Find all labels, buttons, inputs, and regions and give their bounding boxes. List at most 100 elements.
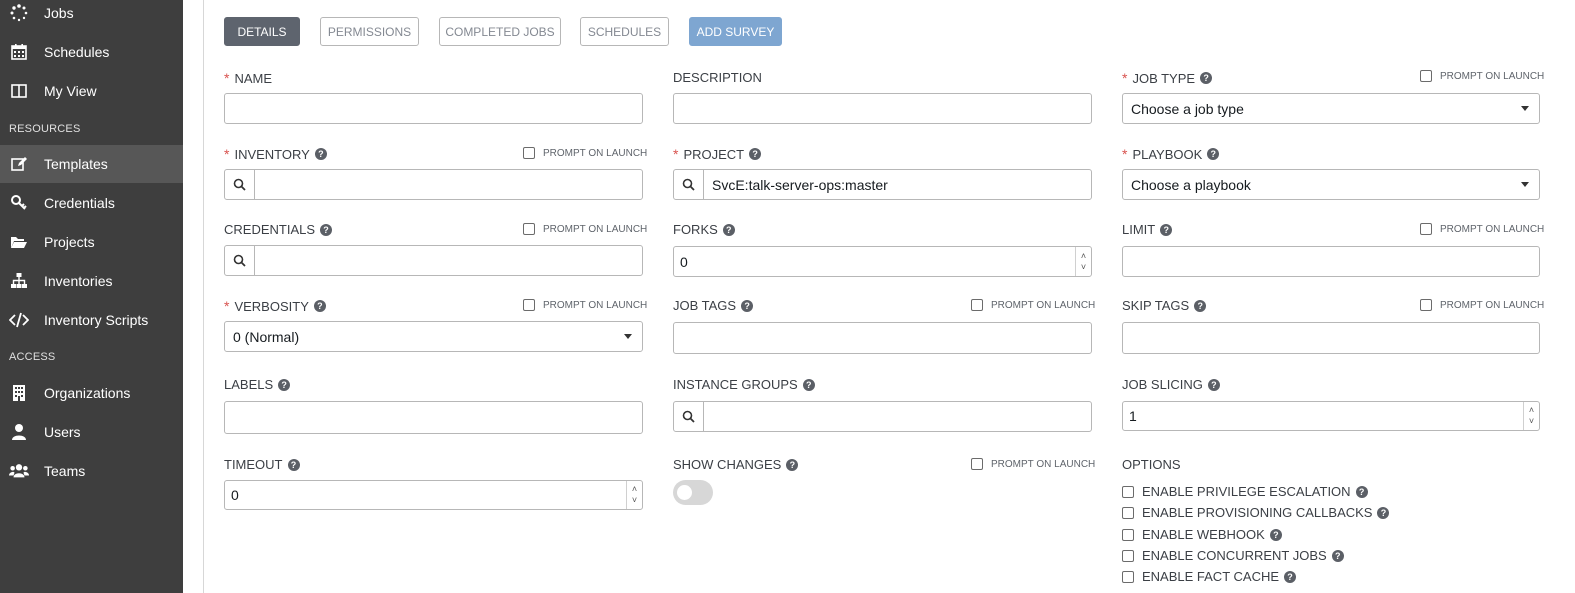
sidebar-item-jobs[interactable]: Jobs (0, 0, 183, 32)
search-icon[interactable] (674, 402, 704, 431)
help-icon[interactable]: ? (314, 148, 327, 160)
option-checkbox[interactable] (1122, 570, 1134, 583)
skip-tags-prompt-on-launch[interactable]: PROMPT ON LAUNCH (1420, 299, 1544, 311)
job-type-select[interactable]: Choose a job type (1122, 93, 1540, 124)
sidebar-item-my-view[interactable]: My View (0, 72, 183, 110)
tab-completed-jobs[interactable]: COMPLETED JOBS (439, 17, 561, 46)
prompt-checkbox[interactable] (523, 147, 535, 159)
playbook-select[interactable]: Choose a playbook (1122, 169, 1540, 200)
option-privilege-escalation[interactable]: ENABLE PRIVILEGE ESCALATION? (1122, 484, 1368, 499)
help-icon[interactable]: ? (741, 299, 754, 312)
credentials-lookup[interactable] (224, 245, 643, 276)
key-icon (9, 193, 29, 213)
prompt-checkbox[interactable] (971, 458, 983, 470)
verbosity-prompt-on-launch[interactable]: PROMPT ON LAUNCH (523, 299, 647, 311)
help-icon[interactable]: ? (1377, 506, 1390, 519)
verbosity-label: * VERBOSITY? (224, 298, 326, 314)
prompt-checkbox[interactable] (971, 299, 983, 311)
project-label: * PROJECT? (673, 146, 762, 162)
search-icon[interactable] (225, 246, 255, 275)
help-icon[interactable]: ? (278, 378, 291, 391)
tab-schedules[interactable]: SCHEDULES (580, 17, 669, 46)
tab-permissions[interactable]: PERMISSIONS (320, 17, 419, 46)
verbosity-select[interactable]: 0 (Normal) (224, 321, 643, 352)
option-checkbox[interactable] (1122, 528, 1134, 541)
jobs-spinner-icon (9, 3, 29, 23)
help-icon[interactable]: ? (786, 458, 799, 471)
sidebar-item-organizations[interactable]: Organizations (0, 374, 183, 412)
credentials-prompt-on-launch[interactable]: PROMPT ON LAUNCH (523, 223, 647, 235)
sidebar-item-templates[interactable]: Templates (0, 145, 183, 183)
limit-prompt-on-launch[interactable]: PROMPT ON LAUNCH (1420, 223, 1544, 235)
sidebar-item-schedules[interactable]: Schedules (0, 33, 183, 71)
labels-field[interactable] (224, 401, 643, 434)
prompt-checkbox[interactable] (523, 223, 535, 235)
users-icon (9, 461, 29, 481)
prompt-checkbox[interactable] (1420, 299, 1432, 311)
help-icon[interactable]: ? (749, 148, 762, 160)
option-checkbox[interactable] (1122, 485, 1134, 498)
timeout-field[interactable]: 0 ˄ ˅ (224, 480, 643, 510)
job-slicing-field[interactable]: 1 ˄ ˅ (1122, 401, 1540, 431)
project-lookup[interactable]: SvcE:talk-server-ops:master (673, 169, 1092, 200)
help-icon[interactable]: ? (722, 223, 735, 236)
option-fact-cache[interactable]: ENABLE FACT CACHE? (1122, 569, 1297, 584)
playbook-label: * PLAYBOOK? (1122, 146, 1220, 162)
option-checkbox[interactable] (1122, 506, 1134, 519)
help-icon[interactable]: ? (1200, 72, 1213, 84)
job-tags-field[interactable] (673, 322, 1092, 354)
stepper-icon[interactable]: ˄ ˅ (1075, 247, 1091, 276)
caret-down-icon[interactable] (1521, 182, 1529, 187)
user-icon (9, 422, 29, 442)
help-icon[interactable]: ? (1355, 485, 1368, 498)
inventory-lookup[interactable] (224, 169, 643, 200)
sidebar-item-inventories[interactable]: Inventories (0, 262, 183, 300)
inventory-prompt-on-launch[interactable]: PROMPT ON LAUNCH (523, 147, 647, 159)
job-slicing-label: JOB SLICING? (1122, 377, 1220, 392)
credentials-label: CREDENTIALS? (224, 222, 333, 237)
instance-groups-lookup[interactable] (673, 401, 1092, 432)
option-checkbox[interactable] (1122, 549, 1134, 562)
sidebar-item-inventory-scripts[interactable]: Inventory Scripts (0, 301, 183, 339)
description-field[interactable] (673, 93, 1092, 124)
sidebar-item-teams[interactable]: Teams (0, 452, 183, 490)
limit-field[interactable] (1122, 246, 1540, 277)
prompt-checkbox[interactable] (1420, 70, 1432, 82)
option-concurrent-jobs[interactable]: ENABLE CONCURRENT JOBS? (1122, 548, 1344, 563)
skip-tags-field[interactable] (1122, 322, 1540, 354)
help-icon[interactable]: ? (320, 223, 333, 236)
help-icon[interactable]: ? (802, 378, 815, 391)
add-survey-button[interactable]: ADD SURVEY (689, 17, 782, 46)
help-icon[interactable]: ? (1194, 299, 1207, 312)
help-icon[interactable]: ? (287, 458, 300, 471)
option-webhook[interactable]: ENABLE WEBHOOK? (1122, 527, 1282, 542)
prompt-checkbox[interactable] (1420, 223, 1432, 235)
help-icon[interactable]: ? (1207, 148, 1220, 160)
help-icon[interactable]: ? (1284, 570, 1297, 583)
caret-down-icon[interactable] (624, 334, 632, 339)
search-icon[interactable] (674, 170, 704, 199)
sidebar-item-label: Organizations (44, 385, 131, 401)
job-type-prompt-on-launch[interactable]: PROMPT ON LAUNCH (1420, 70, 1544, 82)
option-provisioning-callbacks[interactable]: ENABLE PROVISIONING CALLBACKS? (1122, 505, 1390, 520)
search-icon[interactable] (225, 170, 255, 199)
help-icon[interactable]: ? (1207, 378, 1220, 391)
sidebar-item-projects[interactable]: Projects (0, 223, 183, 261)
show-changes-toggle[interactable] (673, 480, 713, 505)
sidebar-item-users[interactable]: Users (0, 413, 183, 451)
sidebar-item-credentials[interactable]: Credentials (0, 184, 183, 222)
name-field[interactable] (224, 93, 643, 124)
calendar-icon (9, 42, 29, 62)
stepper-icon[interactable]: ˄ ˅ (1523, 402, 1539, 430)
stepper-icon[interactable]: ˄ ˅ (626, 481, 642, 509)
prompt-checkbox[interactable] (523, 299, 535, 311)
help-icon[interactable]: ? (1269, 528, 1282, 541)
help-icon[interactable]: ? (1160, 223, 1173, 236)
forks-field[interactable]: 0 ˄ ˅ (673, 246, 1092, 277)
caret-down-icon[interactable] (1521, 106, 1529, 111)
tab-details[interactable]: DETAILS (224, 17, 300, 46)
help-icon[interactable]: ? (313, 300, 326, 312)
job-tags-prompt-on-launch[interactable]: PROMPT ON LAUNCH (971, 299, 1095, 311)
show-changes-prompt-on-launch[interactable]: PROMPT ON LAUNCH (971, 458, 1095, 470)
help-icon[interactable]: ? (1331, 549, 1344, 562)
